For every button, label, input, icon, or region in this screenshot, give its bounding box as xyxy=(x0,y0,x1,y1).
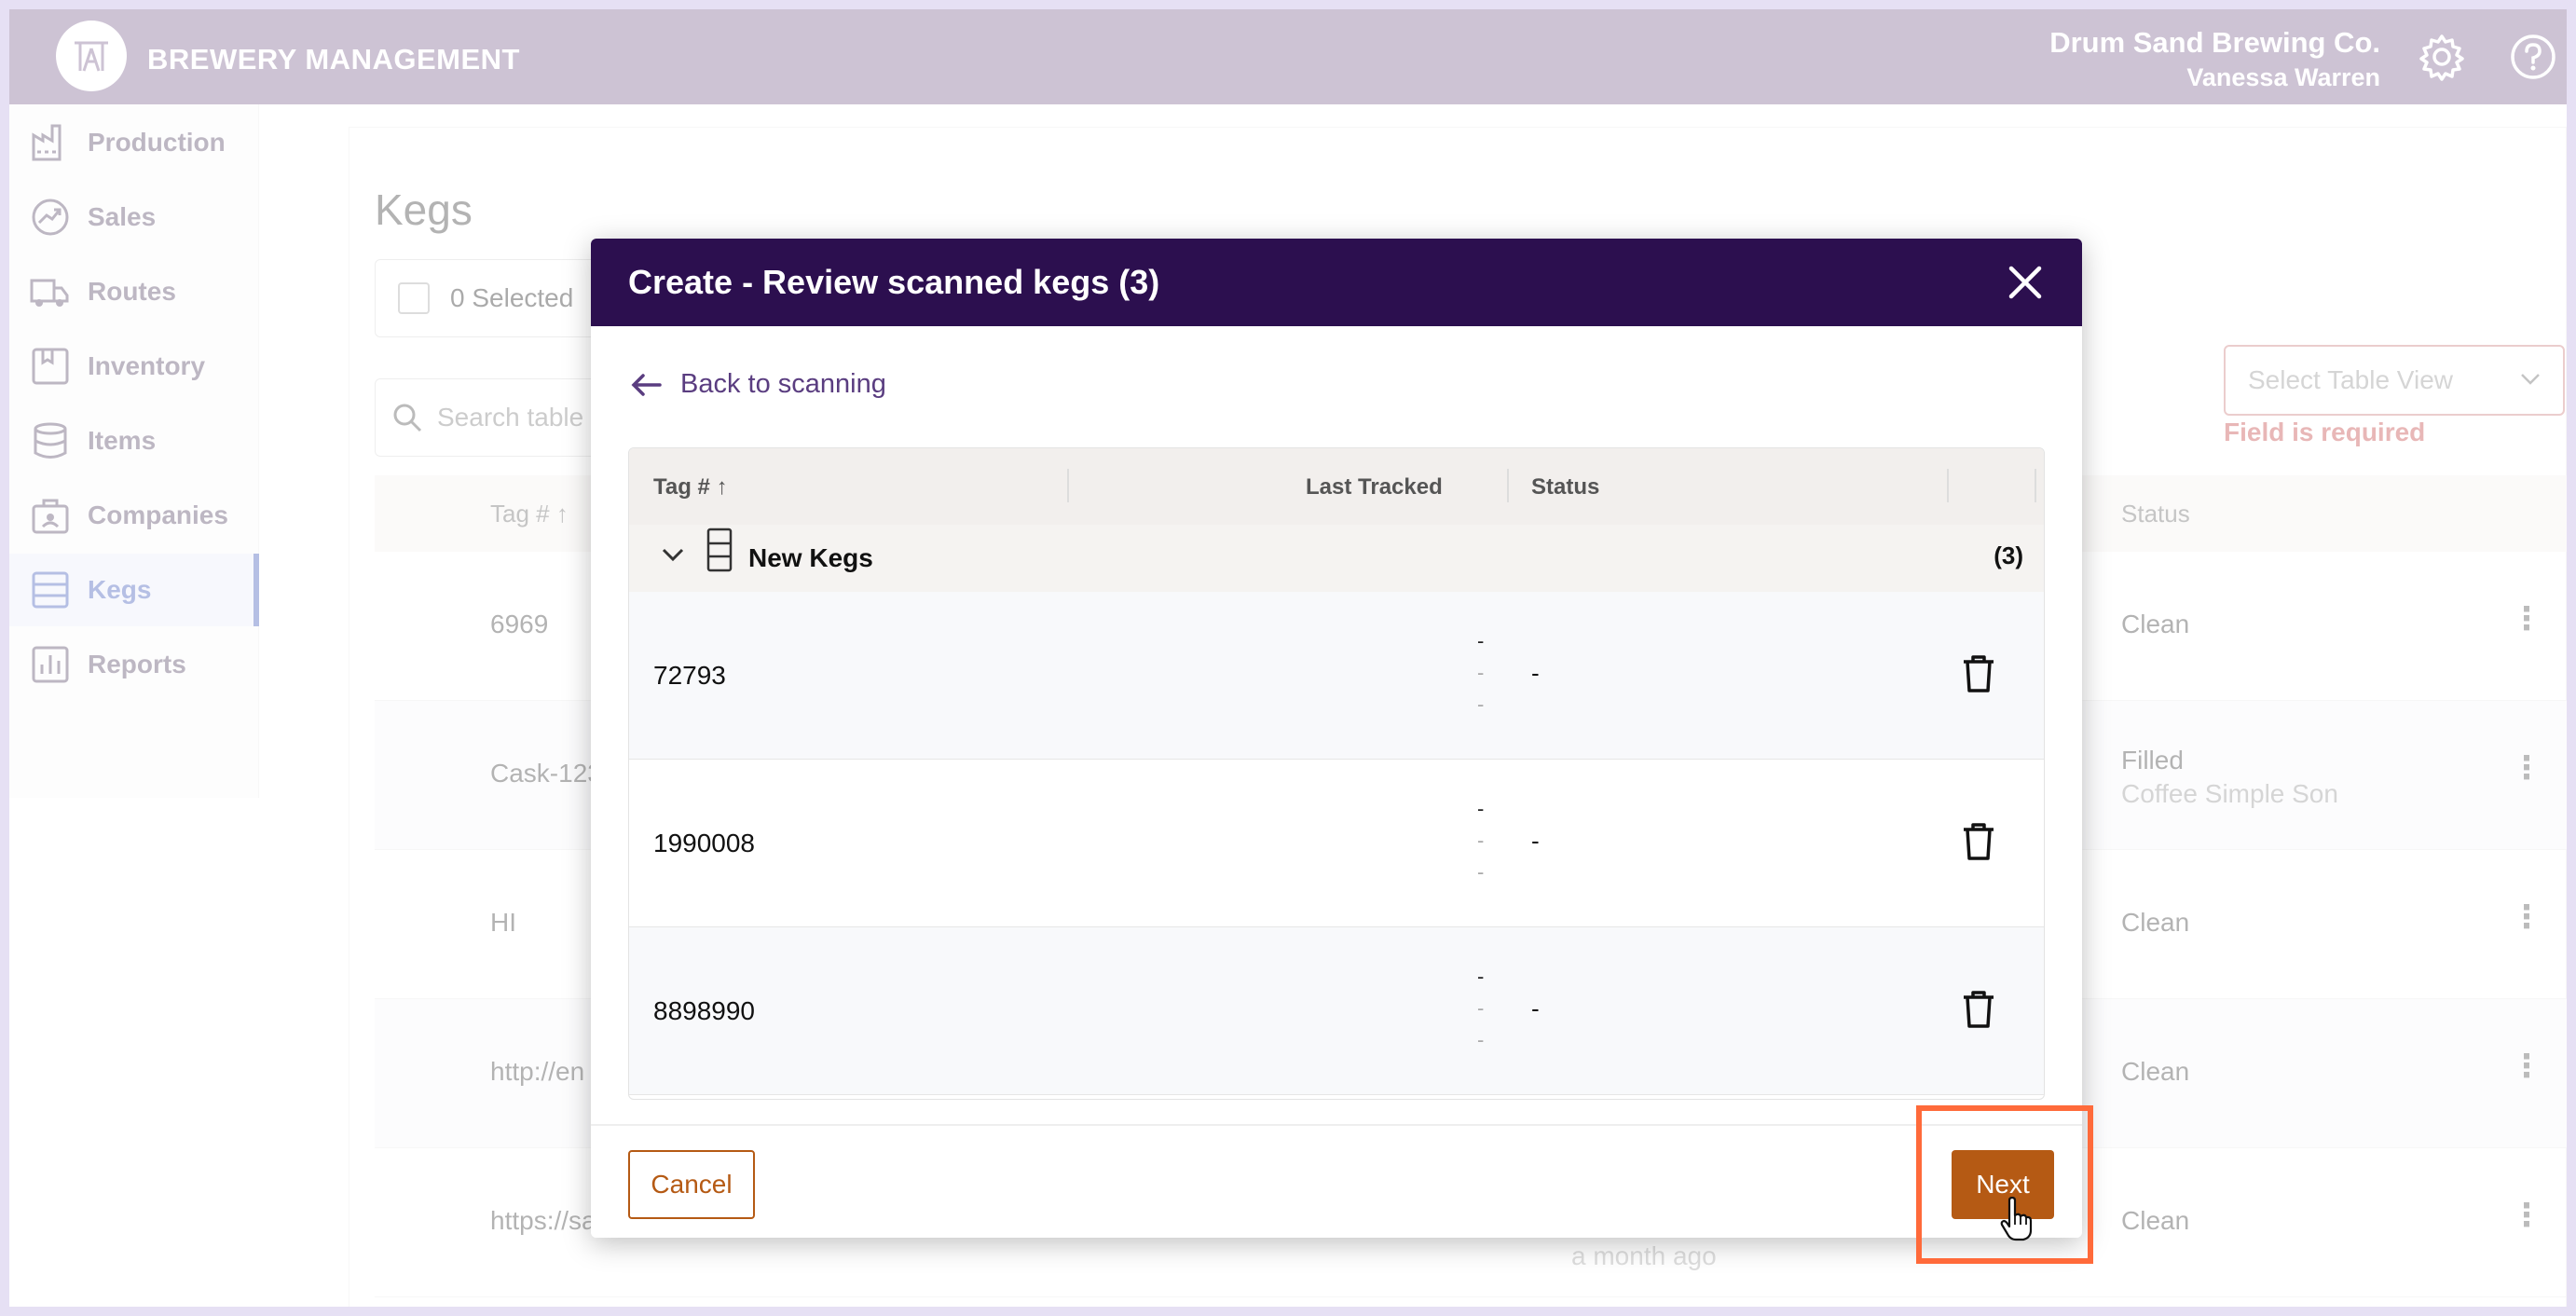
row-last-tracked: - xyxy=(1477,629,1485,652)
modal-title: Create - Review scanned kegs (3) xyxy=(628,263,1160,301)
row-last-tracked-detail: - xyxy=(1477,661,1485,684)
group-count: (3) xyxy=(1994,541,2023,569)
group-row-new-kegs[interactable]: New Kegs (3) xyxy=(629,525,2044,592)
trash-icon[interactable] xyxy=(1960,653,1997,694)
arrow-left-icon xyxy=(631,373,662,396)
column-divider[interactable] xyxy=(1947,469,1949,502)
row-status: - xyxy=(1531,827,1540,855)
row-tag: 72793 xyxy=(653,661,726,690)
back-label: Back to scanning xyxy=(680,369,886,399)
trash-icon[interactable] xyxy=(1960,989,1997,1030)
trash-icon[interactable] xyxy=(1960,821,1997,862)
hand-pointer-icon xyxy=(2000,1197,2033,1241)
row-tag: 1990008 xyxy=(653,829,756,857)
row-last-tracked-time: - xyxy=(1477,692,1485,716)
back-to-scanning-link[interactable]: Back to scanning xyxy=(630,369,886,400)
review-kegs-modal: Create - Review scanned kegs (3) Back to… xyxy=(591,239,2082,1238)
row-last-tracked-time: - xyxy=(1477,1028,1485,1051)
table-header: Tag # ↑ Last Tracked Status xyxy=(629,448,2044,525)
modal-footer: Cancel Next xyxy=(591,1124,2082,1238)
row-status: - xyxy=(1531,994,1540,1022)
row-last-tracked-detail: - xyxy=(1477,996,1485,1020)
app-window: BREWERY MANAGEMENT Drum Sand Brewing Co.… xyxy=(9,9,2567,1307)
row-last-tracked: - xyxy=(1477,797,1485,820)
column-divider[interactable] xyxy=(2035,469,2036,502)
row-status: - xyxy=(1531,659,1540,687)
row-last-tracked: - xyxy=(1477,965,1485,988)
row-tag: 8898990 xyxy=(653,996,756,1025)
table-row[interactable]: 8898990 - - - - xyxy=(629,927,2044,1095)
table-row[interactable]: 72793 - - - - xyxy=(629,592,2044,760)
column-divider[interactable] xyxy=(1067,469,1069,502)
group-label: New Kegs xyxy=(748,543,873,572)
column-header-tag-label: Tag # xyxy=(653,474,710,500)
close-icon[interactable] xyxy=(2004,261,2047,304)
column-divider[interactable] xyxy=(1507,469,1509,502)
modal-header: Create - Review scanned kegs (3) xyxy=(591,239,2082,326)
table-row[interactable]: 1990008 - - - - xyxy=(629,760,2044,927)
scanned-kegs-table: Tag # ↑ Last Tracked Status New Kegs (3)… xyxy=(628,447,2045,1100)
cancel-button[interactable]: Cancel xyxy=(628,1150,755,1219)
row-last-tracked-time: - xyxy=(1477,860,1485,884)
keg-icon xyxy=(706,528,733,572)
chevron-down-icon[interactable] xyxy=(661,547,685,564)
column-header-last-tracked[interactable]: Last Tracked xyxy=(1306,474,1443,500)
row-last-tracked-detail: - xyxy=(1477,829,1485,852)
column-header-status[interactable]: Status xyxy=(1531,474,1599,500)
column-header-tag[interactable]: Tag # ↑ xyxy=(653,474,728,500)
